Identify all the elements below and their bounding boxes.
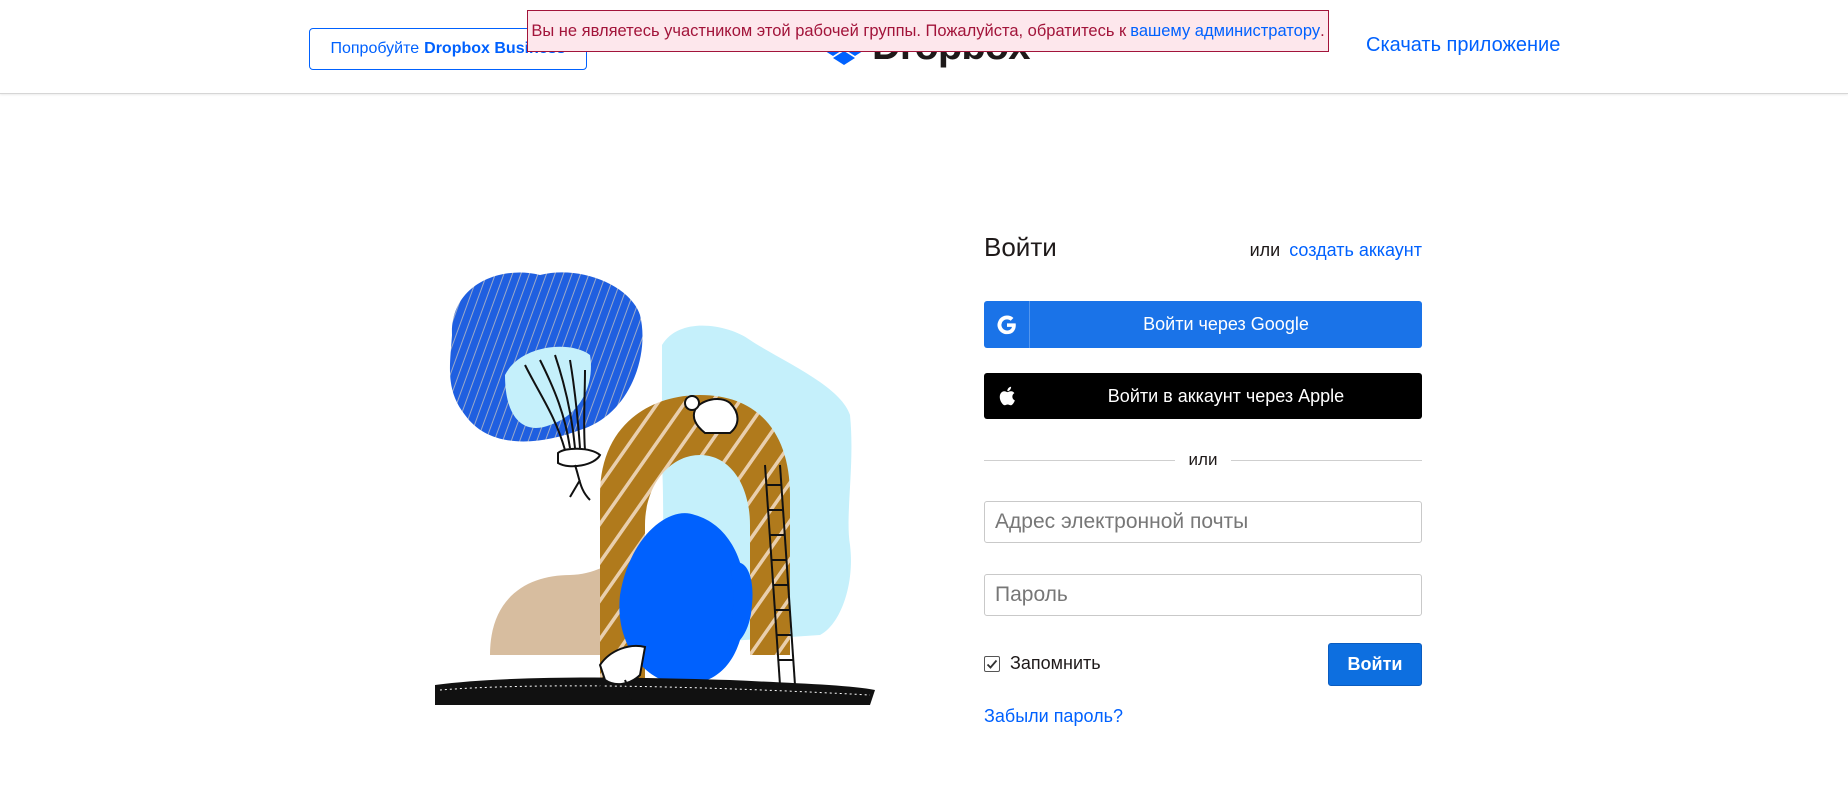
google-icon-box: [984, 301, 1030, 348]
remember-label: Запомнить: [1010, 653, 1101, 673]
divider-line-left: [984, 459, 1175, 461]
google-signin-button[interactable]: Войти через Google: [984, 301, 1422, 348]
alert-admin-link[interactable]: вашему администратору: [1130, 22, 1320, 41]
try-business-prefix: Попробуйте: [330, 40, 420, 57]
email-input[interactable]: [984, 501, 1422, 543]
checkbox-box[interactable]: [984, 655, 1000, 672]
google-g-icon: [996, 315, 1016, 334]
login-title: Войти: [984, 232, 1057, 262]
login-form: Войти или создать аккаунт Войти через Go…: [984, 232, 1423, 726]
create-account-link[interactable]: создать аккаунт: [1289, 240, 1422, 260]
download-app-link[interactable]: Скачать приложение: [1366, 34, 1560, 57]
remember-me-checkbox[interactable]: Запомнить: [984, 653, 1101, 674]
forgot-password-link[interactable]: Забыли пароль?: [984, 706, 1123, 727]
login-submit-button[interactable]: Войти: [1328, 643, 1422, 686]
google-button-label: Войти через Google: [1143, 314, 1309, 334]
login-title-row: Войти или создать аккаунт: [984, 232, 1422, 266]
password-input[interactable]: [984, 574, 1422, 616]
or-text: или: [1249, 240, 1281, 260]
alert-end: .: [1320, 21, 1325, 40]
divider-line-right: [1231, 459, 1423, 461]
alert-message: Вы не являетесь участником этой рабочей …: [531, 21, 1127, 40]
apple-logo-icon: [999, 386, 1015, 406]
or-divider: или: [984, 449, 1423, 471]
apple-signin-button[interactable]: Войти в аккаунт через Apple: [984, 373, 1422, 419]
checkmark-icon: [986, 659, 998, 669]
apple-button-label: Войти в аккаунт через Apple: [1107, 385, 1345, 406]
not-member-alert: Вы не являетесь участником этой рабочей …: [527, 10, 1329, 52]
hero-illustration: [435, 272, 875, 705]
apple-icon-box: [984, 373, 1030, 419]
or-create-account: или создать аккаунт: [1250, 240, 1422, 261]
divider-text: или: [1188, 450, 1218, 469]
